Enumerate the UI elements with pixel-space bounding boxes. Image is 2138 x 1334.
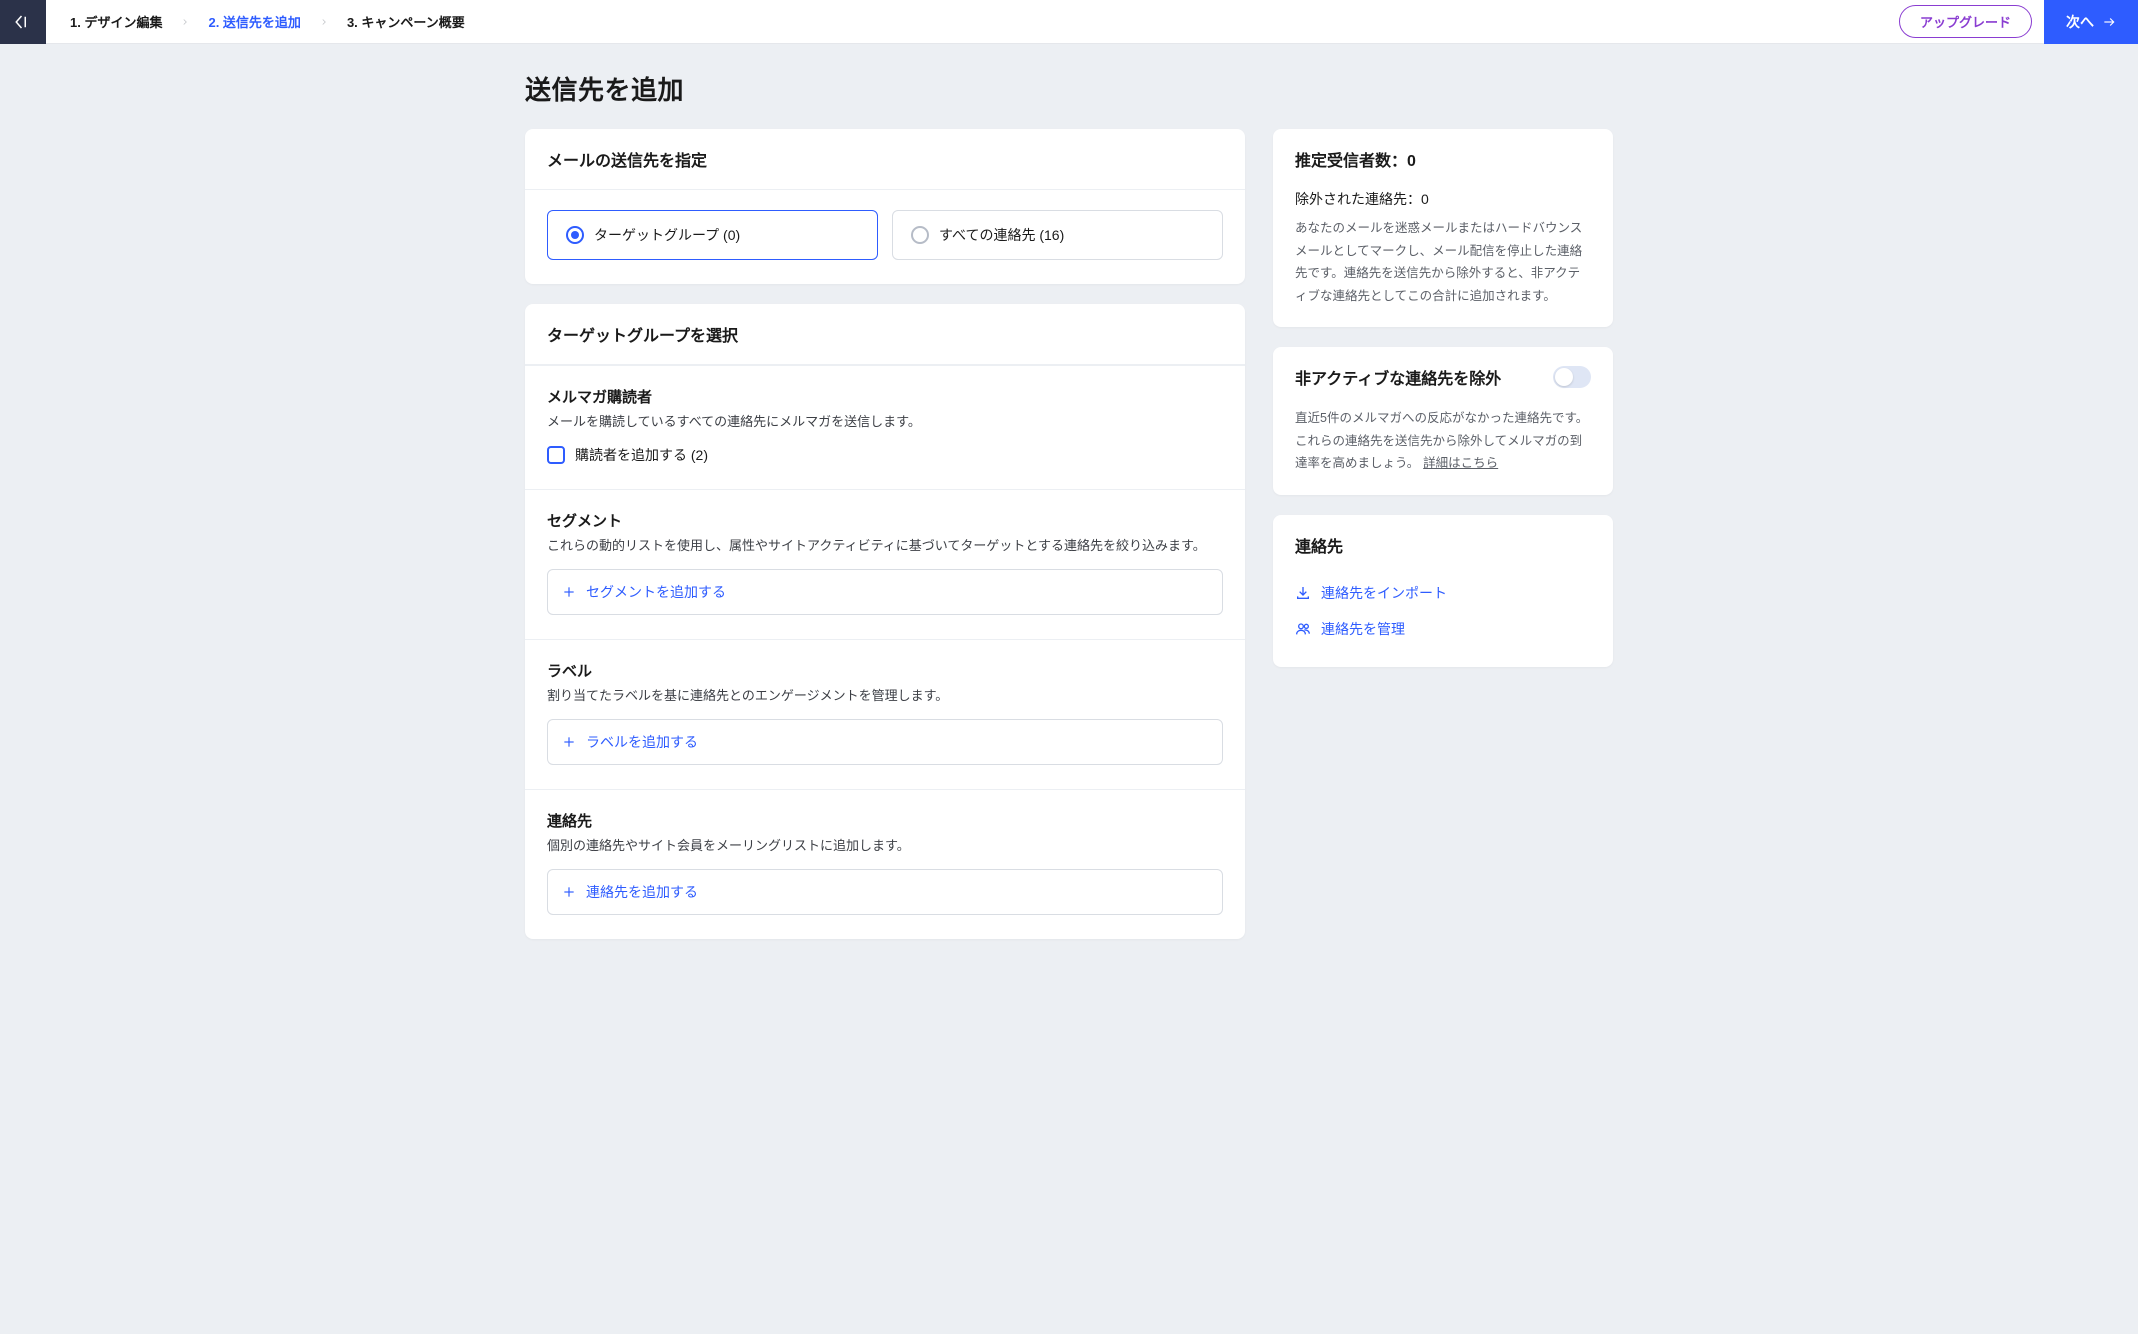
- labels-block: ラベル 割り当てたラベルを基に連絡先とのエンゲージメントを管理します。 ラベルを…: [525, 639, 1245, 789]
- contacts-links-header: 連絡先: [1273, 515, 1613, 575]
- target-group-card: ターゲットグループを選択 メルマガ購読者 メールを購読しているすべての連絡先にメ…: [525, 304, 1245, 939]
- specify-recipients-card: メールの送信先を指定 ターゲットグループ (0) すべての連絡先 (16): [525, 129, 1245, 284]
- chevron-right-icon: [180, 17, 190, 27]
- contacts-links-body: 連絡先をインポート 連絡先を管理: [1273, 575, 1613, 667]
- next-button[interactable]: 次へ: [2044, 0, 2138, 44]
- plus-icon: [562, 735, 576, 749]
- chevron-right-icon: [319, 17, 329, 27]
- exclude-inactive-learn-more-link[interactable]: 詳細はこちら: [1423, 456, 1498, 470]
- add-subscribers-label: 購読者を追加する (2): [575, 445, 708, 465]
- segments-title: セグメント: [547, 510, 1223, 531]
- contacts-title: 連絡先: [547, 810, 1223, 831]
- subscribers-title: メルマガ購読者: [547, 386, 1223, 407]
- step-recipients[interactable]: 2. 送信先を追加: [208, 12, 300, 31]
- add-label-label: ラベルを追加する: [586, 732, 698, 752]
- layout-columns: メールの送信先を指定 ターゲットグループ (0) すべての連絡先 (16): [525, 129, 1613, 939]
- estimated-recipients-body: 除外された連絡先：0 あなたのメールを迷惑メールまたはハードバウンスメールとして…: [1273, 189, 1613, 327]
- back-button[interactable]: [0, 0, 46, 44]
- side-column: 推定受信者数：0 除外された連絡先：0 あなたのメールを迷惑メールまたはハードバ…: [1273, 129, 1613, 667]
- plus-icon: [562, 585, 576, 599]
- exclude-inactive-header-row: 非アクティブな連絡先を除外: [1273, 347, 1613, 407]
- estimated-recipients-header: 推定受信者数：0: [1273, 129, 1613, 189]
- segments-desc: これらの動的リストを使用し、属性やサイトアクティビティに基づいてターゲットとする…: [547, 535, 1223, 557]
- recipient-mode-radio-group: ターゲットグループ (0) すべての連絡先 (16): [547, 210, 1223, 260]
- checkbox-icon: [547, 446, 565, 464]
- subscribers-desc: メールを購読しているすべての連絡先にメルマガを送信します。: [547, 411, 1223, 433]
- labels-desc: 割り当てたラベルを基に連絡先とのエンゲージメントを管理します。: [547, 685, 1223, 707]
- add-segment-button[interactable]: セグメントを追加する: [547, 569, 1223, 615]
- radio-all-label: すべての連絡先 (16): [939, 225, 1064, 245]
- manage-contacts-label: 連絡先を管理: [1321, 619, 1405, 639]
- specify-recipients-body: ターゲットグループ (0) すべての連絡先 (16): [525, 190, 1245, 284]
- add-contact-button[interactable]: 連絡先を追加する: [547, 869, 1223, 915]
- download-icon: [1295, 585, 1311, 601]
- contacts-desc: 個別の連絡先やサイト会員をメーリングリストに追加します。: [547, 835, 1223, 857]
- contacts-block: 連絡先 個別の連絡先やサイト会員をメーリングリストに追加します。 連絡先を追加す…: [525, 789, 1245, 939]
- excluded-contacts-line: 除外された連絡先：0: [1295, 189, 1591, 209]
- step-summary[interactable]: 3. キャンペーン概要: [347, 12, 465, 31]
- radio-circle-icon: [566, 226, 584, 244]
- exclude-inactive-body: 直近5件のメルマガへの反応がなかった連絡先です。これらの連絡先を送信先から除外し…: [1273, 407, 1613, 495]
- subscribers-block: メルマガ購読者 メールを購読しているすべての連絡先にメルマガを送信します。 購読…: [525, 365, 1245, 489]
- add-label-button[interactable]: ラベルを追加する: [547, 719, 1223, 765]
- exclude-inactive-card: 非アクティブな連絡先を除外 直近5件のメルマガへの反応がなかった連絡先です。これ…: [1273, 347, 1613, 495]
- back-arrow-icon: [14, 13, 32, 31]
- step-breadcrumbs: 1. デザイン編集 2. 送信先を追加 3. キャンペーン概要: [46, 12, 1899, 31]
- add-contact-label: 連絡先を追加する: [586, 882, 698, 902]
- target-group-header: ターゲットグループを選択: [525, 304, 1245, 365]
- import-contacts-link[interactable]: 連絡先をインポート: [1295, 575, 1591, 611]
- labels-title: ラベル: [547, 660, 1223, 681]
- contacts-links-card: 連絡先 連絡先をインポート 連絡先を管理: [1273, 515, 1613, 667]
- radio-target-group[interactable]: ターゲットグループ (0): [547, 210, 878, 260]
- import-contacts-label: 連絡先をインポート: [1321, 583, 1447, 603]
- exclude-inactive-header: 非アクティブな連絡先を除外: [1295, 365, 1501, 389]
- excluded-contacts-desc: あなたのメールを迷惑メールまたはハードバウンスメールとしてマークし、メール配信を…: [1295, 217, 1591, 307]
- main-column: メールの送信先を指定 ターゲットグループ (0) すべての連絡先 (16): [525, 129, 1245, 939]
- next-button-label: 次へ: [2066, 12, 2094, 32]
- users-icon: [1295, 621, 1311, 637]
- page-title: 送信先を追加: [525, 70, 1613, 107]
- specify-recipients-header: メールの送信先を指定: [525, 129, 1245, 190]
- page-content: 送信先を追加 メールの送信先を指定 ターゲットグループ (0) すべての連絡先 …: [509, 44, 1629, 979]
- segments-block: セグメント これらの動的リストを使用し、属性やサイトアクティビティに基づいてター…: [525, 489, 1245, 639]
- exclude-inactive-toggle[interactable]: [1553, 366, 1591, 388]
- arrow-right-icon: [2102, 15, 2116, 29]
- plus-icon: [562, 885, 576, 899]
- radio-circle-icon: [911, 226, 929, 244]
- estimated-recipients-card: 推定受信者数：0 除外された連絡先：0 あなたのメールを迷惑メールまたはハードバ…: [1273, 129, 1613, 327]
- add-segment-label: セグメントを追加する: [586, 582, 726, 602]
- top-bar: 1. デザイン編集 2. 送信先を追加 3. キャンペーン概要 アップグレード …: [0, 0, 2138, 44]
- radio-target-label: ターゲットグループ (0): [594, 225, 740, 245]
- upgrade-button[interactable]: アップグレード: [1899, 5, 2032, 38]
- radio-all-contacts[interactable]: すべての連絡先 (16): [892, 210, 1223, 260]
- step-design[interactable]: 1. デザイン編集: [70, 12, 162, 31]
- add-subscribers-checkbox[interactable]: 購読者を追加する (2): [547, 445, 1223, 465]
- manage-contacts-link[interactable]: 連絡先を管理: [1295, 611, 1591, 647]
